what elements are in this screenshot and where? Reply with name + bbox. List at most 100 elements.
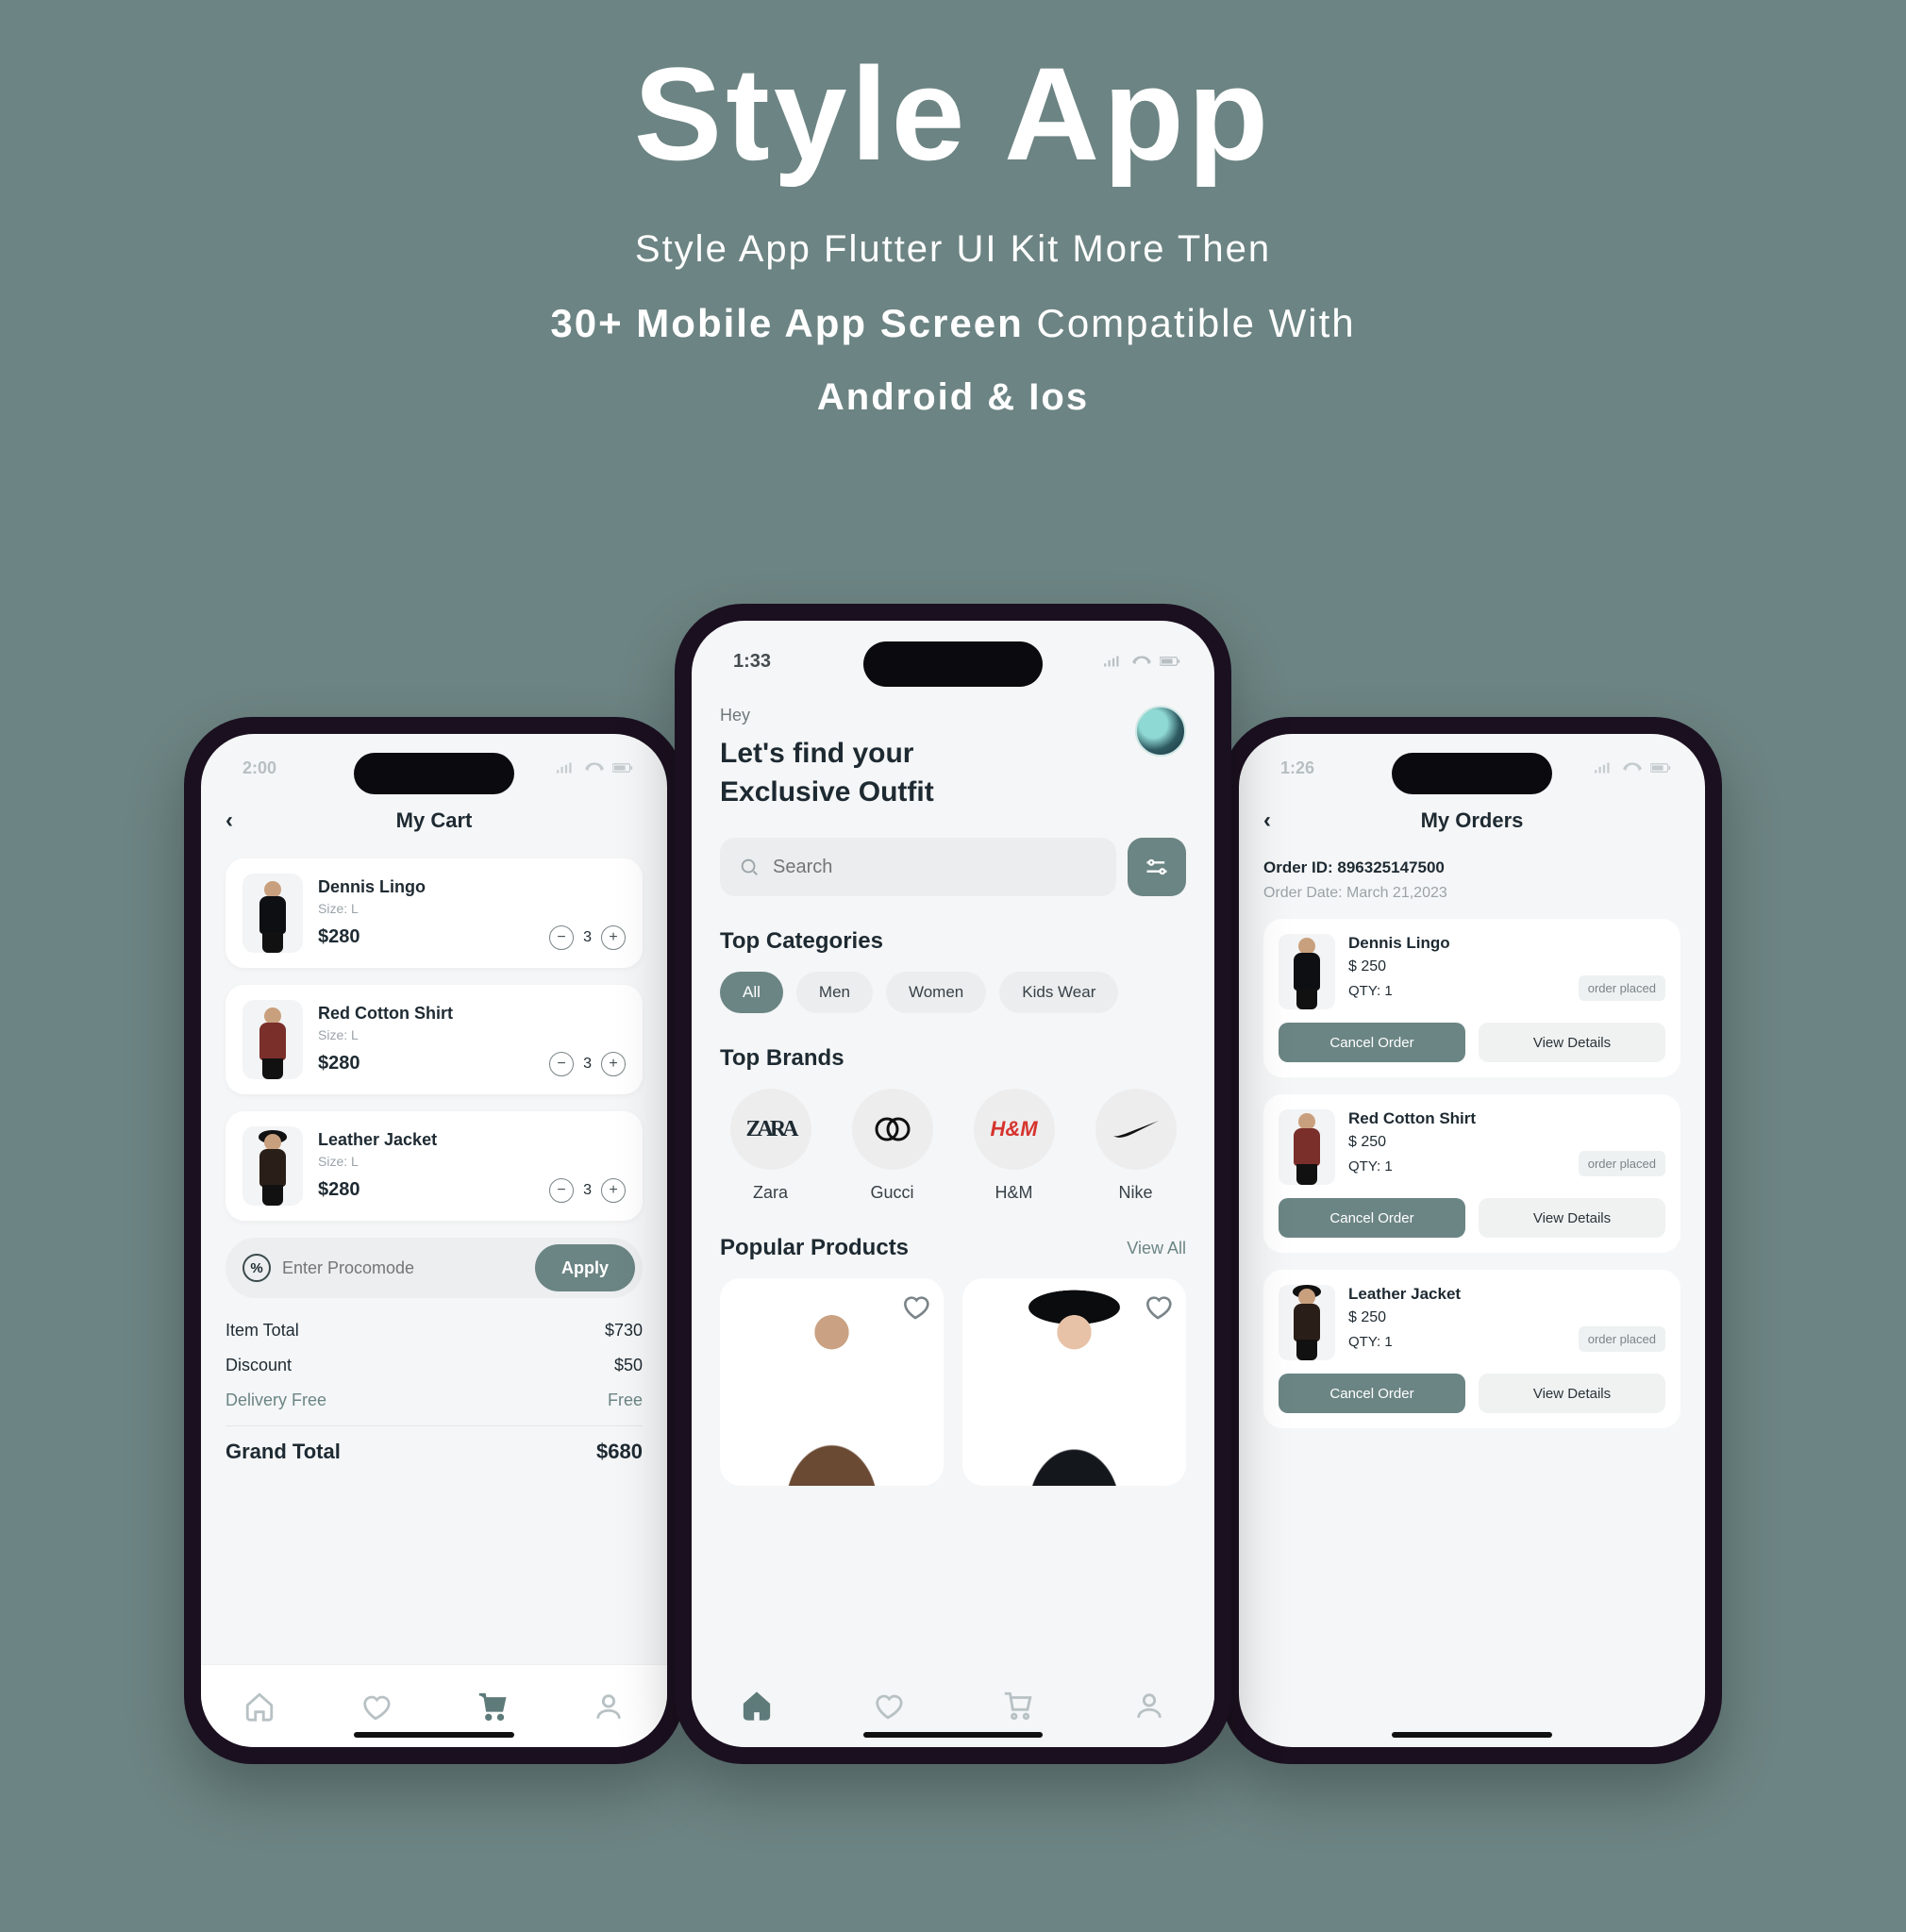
qty-plus-button[interactable]: + xyxy=(601,1052,626,1076)
qty-value: 3 xyxy=(583,1182,592,1199)
hero: Style App Style App Flutter UI Kit More … xyxy=(0,0,1906,419)
grand-total-label: Grand Total xyxy=(226,1440,341,1464)
qty-minus-button[interactable]: − xyxy=(549,1178,574,1203)
brand-nike[interactable]: Nike xyxy=(1085,1089,1186,1203)
promo-input[interactable] xyxy=(282,1258,535,1278)
status-indicators xyxy=(1594,761,1671,774)
section-title-categories: Top Categories xyxy=(720,928,1186,955)
home-indicator xyxy=(863,1732,1043,1738)
section-title-popular: Popular Products xyxy=(720,1235,909,1261)
qty-plus-button[interactable]: + xyxy=(601,1178,626,1203)
product-thumb[interactable] xyxy=(1279,1285,1335,1360)
product-card[interactable] xyxy=(720,1278,944,1486)
brand-row: ZARA Zara Gucci H&M H&M xyxy=(720,1089,1186,1203)
cart-icon[interactable] xyxy=(1002,1690,1034,1722)
brand-logo: ZARA xyxy=(730,1089,811,1170)
home-icon[interactable] xyxy=(741,1690,773,1722)
chip-kids[interactable]: Kids Wear xyxy=(999,972,1118,1013)
chip-women[interactable]: Women xyxy=(886,972,986,1013)
back-button[interactable]: ‹ xyxy=(1263,808,1271,834)
qty-value: 3 xyxy=(583,929,592,946)
notch xyxy=(1392,753,1552,794)
order-id: Order ID: 896325147500 xyxy=(1263,858,1680,877)
home-icon[interactable] xyxy=(243,1690,276,1723)
view-details-button[interactable]: View Details xyxy=(1479,1023,1665,1062)
search-icon xyxy=(739,857,760,877)
product-size: Size: L xyxy=(318,901,626,916)
product-price: $280 xyxy=(318,1053,360,1074)
product-card[interactable] xyxy=(962,1278,1186,1486)
percent-icon: % xyxy=(242,1254,271,1282)
cart-item: Leather Jacket Size: L $280 − 3 + xyxy=(226,1111,643,1221)
section-title-brands: Top Brands xyxy=(720,1045,1186,1072)
filter-button[interactable] xyxy=(1128,838,1186,896)
cancel-order-button[interactable]: Cancel Order xyxy=(1279,1023,1465,1062)
cart-item: Dennis Lingo Size: L $280 − 3 + xyxy=(226,858,643,968)
page-title: My Orders xyxy=(1421,808,1524,833)
product-thumb[interactable] xyxy=(242,1126,303,1206)
user-icon[interactable] xyxy=(1133,1690,1165,1722)
search-input[interactable] xyxy=(773,857,1097,878)
status-time: 1:26 xyxy=(1280,758,1314,778)
product-price: $ 250 xyxy=(1348,958,1665,975)
order-item: Red Cotton Shirt $ 250 QTY: 1 order plac… xyxy=(1263,1094,1680,1253)
qty-minus-button[interactable]: − xyxy=(549,1052,574,1076)
brand-gucci[interactable]: Gucci xyxy=(842,1089,943,1203)
home-indicator xyxy=(354,1732,514,1738)
brand-label: Gucci xyxy=(842,1183,943,1203)
brand-zara[interactable]: ZARA Zara xyxy=(720,1089,821,1203)
product-name: Leather Jacket xyxy=(1348,1285,1665,1304)
cart-icon[interactable] xyxy=(476,1690,509,1723)
notch xyxy=(354,753,514,794)
heart-icon[interactable] xyxy=(1143,1291,1173,1322)
hero-title: Style App xyxy=(0,38,1906,191)
view-details-button[interactable]: View Details xyxy=(1479,1374,1665,1413)
cancel-order-button[interactable]: Cancel Order xyxy=(1279,1374,1465,1413)
totals: Item Total$730 Discount$50 Delivery Free… xyxy=(226,1321,643,1464)
view-all-link[interactable]: View All xyxy=(1127,1239,1186,1258)
tagline-2: Exclusive Outfit xyxy=(720,774,934,812)
search-box[interactable] xyxy=(720,838,1116,896)
product-thumb[interactable] xyxy=(1279,934,1335,1009)
product-qty: QTY: 1 xyxy=(1348,1158,1393,1174)
back-button[interactable]: ‹ xyxy=(226,808,233,834)
product-thumb[interactable] xyxy=(242,874,303,953)
order-status-badge: order placed xyxy=(1579,975,1665,1001)
chip-men[interactable]: Men xyxy=(796,972,873,1013)
order-status-badge: order placed xyxy=(1579,1326,1665,1352)
product-price: $ 250 xyxy=(1348,1134,1665,1151)
product-grid xyxy=(720,1278,1186,1486)
grand-total-value: $680 xyxy=(596,1440,643,1464)
product-size: Size: L xyxy=(318,1154,626,1169)
brand-label: Zara xyxy=(720,1183,821,1203)
phone-home: 1:33 Hey Let's find your Exclusive xyxy=(675,604,1231,1764)
hero-rest-1: Compatible With xyxy=(1024,301,1356,345)
chip-all[interactable]: All xyxy=(720,972,783,1013)
avatar[interactable] xyxy=(1135,706,1186,757)
cancel-order-button[interactable]: Cancel Order xyxy=(1279,1198,1465,1238)
item-total-value: $730 xyxy=(605,1321,643,1341)
tagline-1: Let's find your xyxy=(720,735,934,774)
product-price: $280 xyxy=(318,1179,360,1201)
qty-minus-button[interactable]: − xyxy=(549,925,574,950)
product-thumb[interactable] xyxy=(242,1000,303,1079)
brand-hm[interactable]: H&M H&M xyxy=(963,1089,1064,1203)
brand-label: Nike xyxy=(1085,1183,1186,1203)
order-item: Dennis Lingo $ 250 QTY: 1 order placed C… xyxy=(1263,919,1680,1077)
heart-icon[interactable] xyxy=(900,1291,930,1322)
product-thumb[interactable] xyxy=(1279,1109,1335,1185)
apply-button[interactable]: Apply xyxy=(535,1244,635,1291)
product-name: Leather Jacket xyxy=(318,1130,626,1150)
order-item: Leather Jacket $ 250 QTY: 1 order placed… xyxy=(1263,1270,1680,1428)
sliders-icon xyxy=(1144,854,1170,880)
product-price: $ 250 xyxy=(1348,1309,1665,1326)
user-icon[interactable] xyxy=(593,1690,625,1723)
status-indicators xyxy=(556,761,633,774)
qty-plus-button[interactable]: + xyxy=(601,925,626,950)
notch xyxy=(863,641,1043,687)
heart-icon[interactable] xyxy=(359,1690,392,1723)
view-details-button[interactable]: View Details xyxy=(1479,1198,1665,1238)
brand-logo: H&M xyxy=(974,1089,1055,1170)
delivery-label: Delivery Free xyxy=(226,1391,326,1410)
heart-icon[interactable] xyxy=(872,1690,904,1722)
